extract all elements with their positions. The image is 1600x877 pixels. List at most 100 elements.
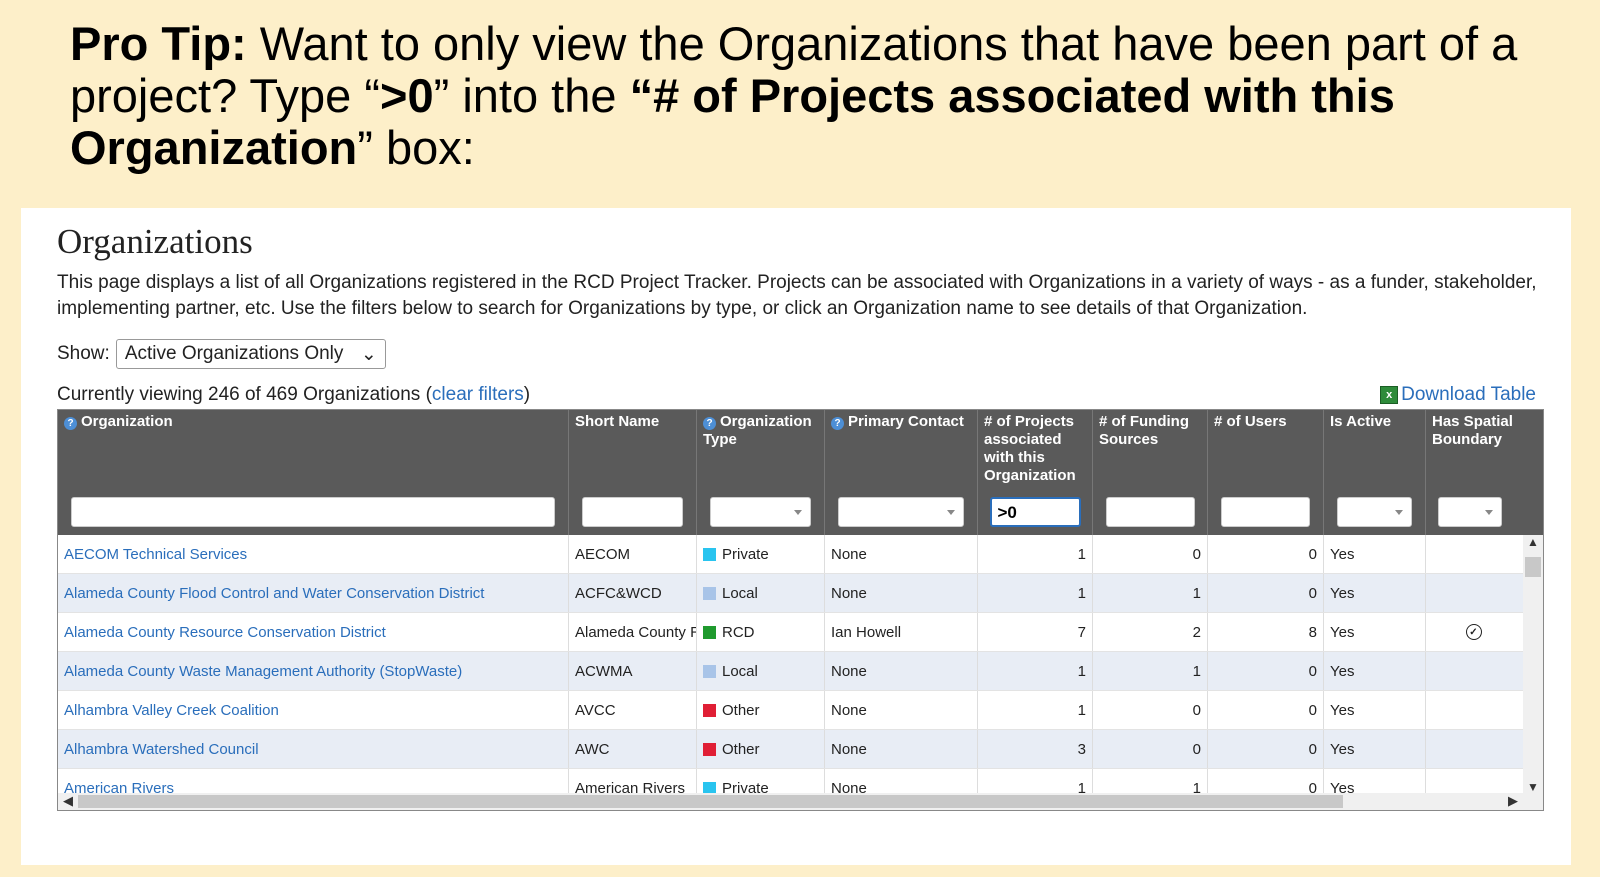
filter-cell xyxy=(569,489,697,535)
show-select-value: Active Organizations Only xyxy=(124,343,344,364)
org-name-text[interactable]: Alameda County Resource Conservation Dis… xyxy=(64,624,386,641)
help-icon[interactable]: ? xyxy=(831,417,844,430)
scroll-up-icon[interactable]: ▲ xyxy=(1523,535,1543,549)
org-name-text[interactable]: Alhambra Valley Creek Coalition xyxy=(64,702,279,719)
grid-filter-row: >0 xyxy=(58,489,1543,535)
show-filter: Show: Active Organizations Only ⌄ xyxy=(57,339,386,369)
projects-count-cell: 1 xyxy=(978,769,1093,794)
scroll-left-icon[interactable]: ◀ xyxy=(63,793,73,809)
filter-cell xyxy=(825,489,978,535)
filter-users-input[interactable] xyxy=(1221,497,1310,527)
table-row: American Rivers American Rivers Private Non… xyxy=(58,769,1543,794)
type-label: Private xyxy=(722,779,769,795)
col-projects[interactable]: # of Projects associated with this Organ… xyxy=(978,410,1093,489)
col-primary-contact[interactable]: ? Primary Contact xyxy=(825,410,978,489)
filter-org-type-select[interactable] xyxy=(710,497,811,527)
col-label: # of Funding Sources xyxy=(1099,413,1189,448)
org-name-link[interactable]: Alameda County Waste Management Authorit… xyxy=(58,652,569,690)
clear-filters-link[interactable]: clear filters xyxy=(432,384,524,405)
type-color-swatch xyxy=(703,703,716,717)
table-row: Alameda County Waste Management Authorit… xyxy=(58,652,1543,691)
projects-count-cell: 1 xyxy=(978,691,1093,729)
scroll-right-icon[interactable]: ▶ xyxy=(1508,793,1518,809)
download-table-link[interactable]: x Download Table xyxy=(1380,384,1536,406)
filter-contact-select[interactable] xyxy=(838,497,964,527)
users-count-cell: 0 xyxy=(1208,730,1324,768)
vertical-scrollbar[interactable]: ▲ ▼ xyxy=(1523,535,1543,794)
download-label: Download Table xyxy=(1401,384,1536,405)
short-name-cell: ACFC&WCD xyxy=(569,574,697,612)
primary-contact-cell: None xyxy=(825,730,978,768)
is-active-cell: Yes xyxy=(1324,613,1426,651)
projects-count-cell: 1 xyxy=(978,535,1093,573)
type-label: Other xyxy=(722,701,760,719)
help-icon[interactable]: ? xyxy=(64,417,77,430)
col-organization-type[interactable]: ? Organization Type xyxy=(697,410,825,489)
filter-cell xyxy=(1093,489,1208,535)
col-short-name[interactable]: Short Name xyxy=(569,410,697,489)
short-name-cell: AWC xyxy=(569,730,697,768)
filter-funding-input[interactable] xyxy=(1105,497,1195,527)
viewing-count: Currently viewing 246 of 469 Organizatio… xyxy=(57,384,530,406)
funding-count-cell: 1 xyxy=(1093,574,1208,612)
tip-bold-1: Pro Tip: xyxy=(70,17,247,70)
org-name-text[interactable]: Alameda County Waste Management Authorit… xyxy=(64,663,462,680)
filter-active-select[interactable] xyxy=(1337,497,1412,527)
col-organization[interactable]: ? Organization xyxy=(58,410,569,489)
projects-count-cell: 7 xyxy=(978,613,1093,651)
chevron-down-icon: ⌄ xyxy=(360,343,377,365)
org-name-link[interactable]: American Rivers xyxy=(58,769,569,794)
org-name-text[interactable]: Alhambra Watershed Council xyxy=(64,741,259,758)
filter-cell xyxy=(697,489,825,535)
filter-organization-input[interactable] xyxy=(71,497,555,527)
filter-cell: >0 xyxy=(978,489,1093,535)
short-name-cell: American Rivers xyxy=(569,769,697,794)
col-users[interactable]: # of Users xyxy=(1208,410,1324,489)
projects-count-cell: 1 xyxy=(978,652,1093,690)
users-count-cell: 0 xyxy=(1208,769,1324,794)
filter-spatial-select[interactable] xyxy=(1438,497,1502,527)
primary-contact-cell: None xyxy=(825,769,978,794)
org-name-link[interactable]: Alameda County Resource Conservation Dis… xyxy=(58,613,569,651)
filter-short-name-input[interactable] xyxy=(582,497,683,527)
tip-text-2: ” into the xyxy=(433,69,630,122)
org-name-link[interactable]: Alameda County Flood Control and Water C… xyxy=(58,574,569,612)
users-count-cell: 0 xyxy=(1208,652,1324,690)
table-row: AECOM Technical Services AECOM Private None… xyxy=(58,535,1543,574)
scroll-thumb[interactable] xyxy=(78,795,1343,808)
table-row: Alhambra Valley Creek Coalition AVCC Other… xyxy=(58,691,1543,730)
col-is-active[interactable]: Is Active xyxy=(1324,410,1426,489)
show-select[interactable]: Active Organizations Only ⌄ xyxy=(115,339,386,369)
help-icon[interactable]: ? xyxy=(703,417,716,430)
filter-cell xyxy=(1426,489,1543,535)
org-name-text[interactable]: AECOM Technical Services xyxy=(64,546,247,563)
funding-count-cell: 0 xyxy=(1093,691,1208,729)
org-type-cell: Other xyxy=(697,691,825,729)
users-count-cell: 8 xyxy=(1208,613,1324,651)
org-type-cell: Other xyxy=(697,730,825,768)
col-label: # of Projects associated with this Organ… xyxy=(984,413,1076,484)
org-name-link[interactable]: AECOM Technical Services xyxy=(58,535,569,573)
funding-count-cell: 2 xyxy=(1093,613,1208,651)
type-label: Local xyxy=(722,662,758,680)
col-label: Organization Type xyxy=(703,413,812,448)
col-funding-sources[interactable]: # of Funding Sources xyxy=(1093,410,1208,489)
is-active-cell: Yes xyxy=(1324,691,1426,729)
horizontal-scrollbar[interactable]: ◀ ▶ xyxy=(58,793,1543,810)
scroll-thumb[interactable] xyxy=(1525,557,1541,577)
filter-projects-input[interactable]: >0 xyxy=(989,497,1081,527)
page-description: This page displays a list of all Organiz… xyxy=(57,272,1537,319)
pro-tip-caption: Pro Tip: Want to only view the Organizat… xyxy=(70,18,1540,174)
check-circle-icon: ✓ xyxy=(1465,624,1482,640)
org-name-link[interactable]: Alhambra Watershed Council xyxy=(58,730,569,768)
short-name-cell: AVCC xyxy=(569,691,697,729)
scroll-down-icon[interactable]: ▼ xyxy=(1523,780,1543,794)
org-name-text[interactable]: Alameda County Flood Control and Water C… xyxy=(64,585,484,602)
org-name-text[interactable]: American Rivers xyxy=(64,780,174,795)
type-color-swatch xyxy=(703,586,716,600)
org-name-link[interactable]: Alhambra Valley Creek Coalition xyxy=(58,691,569,729)
col-spatial-boundary[interactable]: Has Spatial Boundary xyxy=(1426,410,1543,489)
type-color-swatch xyxy=(703,742,716,756)
type-label: Private xyxy=(722,545,769,563)
funding-count-cell: 0 xyxy=(1093,535,1208,573)
